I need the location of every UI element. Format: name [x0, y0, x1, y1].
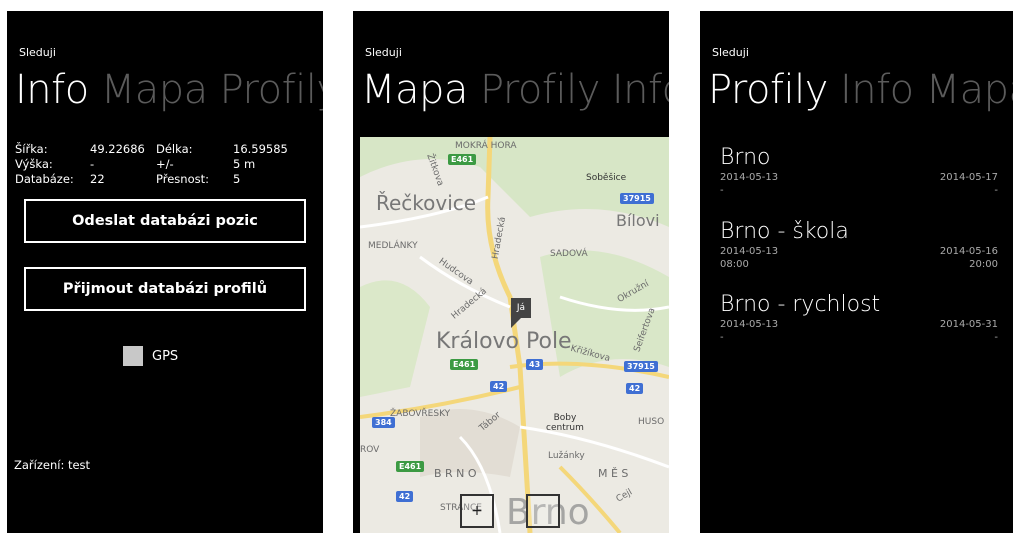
- device-label: Zařízení: test: [14, 458, 91, 472]
- pivot-tab-profily[interactable]: Profily: [480, 67, 600, 113]
- checkbox-box[interactable]: [123, 346, 143, 366]
- map-label: B R N O: [434, 467, 477, 480]
- profile-start-time: 08:00: [720, 259, 749, 270]
- pivot-tab-info[interactable]: Info: [840, 67, 914, 113]
- profile-start-time: -: [720, 185, 724, 196]
- profile-item[interactable]: Brno 2014-05-13 2014-05-17 - -: [720, 145, 998, 197]
- road-shield: 37915: [620, 193, 654, 204]
- profile-end-date: 2014-05-31: [939, 319, 998, 330]
- pivot-header: Profily Info Mapa: [708, 67, 1013, 113]
- map-label: M Ě S: [598, 467, 629, 480]
- longitude-label: Délka:: [156, 142, 193, 156]
- profile-times: - -: [720, 331, 998, 344]
- zoom-in-button[interactable]: +: [460, 494, 494, 528]
- profiles-screen: Sleduji Profily Info Mapa Brno 2014-05-13 …: [700, 11, 1013, 533]
- profile-end-time: -: [994, 332, 998, 343]
- send-positions-button[interactable]: Odeslat databázi pozic: [24, 199, 306, 243]
- zoom-out-button[interactable]: [526, 494, 560, 528]
- latitude-value: 49.22686: [90, 142, 145, 156]
- map-label: Řečkovice: [376, 191, 477, 215]
- stats-row: Databáze: 22 Přesnost: 5: [15, 172, 315, 187]
- profile-end-date: 2014-05-16: [939, 246, 998, 257]
- road-shield: 42: [490, 381, 508, 392]
- map-label: Boby centrum: [546, 413, 584, 433]
- map-label: Soběšice: [586, 173, 627, 183]
- pivot-tab-profily[interactable]: Profily: [220, 67, 323, 113]
- profile-item[interactable]: Brno - škola 2014-05-13 2014-05-16 08:00…: [720, 219, 998, 271]
- altitude-value: -: [90, 157, 95, 171]
- map-view[interactable]: MOKRÁ HORA Žitkova Soběšice Řečkovice Bí…: [360, 137, 669, 533]
- database-label: Databáze:: [15, 172, 74, 186]
- profile-name: Brno - škola: [720, 219, 849, 244]
- road-shield: 42: [396, 491, 414, 502]
- profile-end-time: -: [994, 185, 998, 196]
- profile-start-time: -: [720, 332, 724, 343]
- map-label: Královo Pole: [436, 329, 572, 354]
- profile-start-date: 2014-05-13: [720, 172, 779, 183]
- profile-end-date: 2014-05-17: [939, 172, 998, 183]
- position-stats: Šířka: 49.22686 Délka: 16.59585 Výška: -…: [15, 142, 315, 187]
- profile-name: Brno: [720, 145, 771, 170]
- altitude-label: Výška:: [15, 157, 53, 171]
- pivot-tab-mapa[interactable]: Mapa: [926, 67, 1013, 113]
- pivot-header: Mapa Profily Info: [361, 67, 669, 113]
- latitude-label: Šířka:: [15, 142, 48, 156]
- stats-row: Výška: - +/- 5 m: [15, 157, 315, 172]
- pivot-tab-info[interactable]: Info: [15, 67, 89, 113]
- map-label: Bílovi: [616, 211, 660, 230]
- accuracy-value: 5: [233, 172, 241, 186]
- pivot-tab-info[interactable]: Info: [612, 67, 669, 113]
- map-label: ŽABOVŘESKY: [390, 409, 451, 419]
- pivot-header: Info Mapa Profily: [15, 67, 323, 113]
- app-title: Sleduji: [712, 46, 749, 59]
- profile-end-time: 20:00: [969, 259, 998, 270]
- road-shield: 43: [526, 359, 544, 370]
- road-shield: E461: [448, 154, 477, 165]
- error-label: +/-: [156, 157, 174, 171]
- road-shield: 384: [372, 417, 395, 428]
- profile-name: Brno - rychlost: [720, 292, 881, 317]
- map-label: ROV: [360, 445, 380, 455]
- road-shield: 42: [626, 383, 644, 394]
- profile-dates: 2014-05-13 2014-05-16: [720, 245, 998, 258]
- pivot-tab-profily[interactable]: Profily: [708, 67, 828, 113]
- map-label: MOKRÁ HORA: [455, 141, 517, 151]
- gps-label: GPS: [152, 348, 179, 364]
- map-label: HUSO: [638, 417, 665, 427]
- pivot-tab-mapa[interactable]: Mapa: [361, 67, 468, 113]
- app-title: Sleduji: [365, 46, 402, 59]
- road-shield: E461: [396, 461, 425, 472]
- database-value: 22: [90, 172, 105, 186]
- stats-row: Šířka: 49.22686 Délka: 16.59585: [15, 142, 315, 157]
- receive-profiles-button[interactable]: Přijmout databázi profilů: [24, 267, 306, 311]
- profile-start-date: 2014-05-13: [720, 319, 779, 330]
- profile-dates: 2014-05-13 2014-05-17: [720, 171, 998, 184]
- longitude-value: 16.59585: [233, 142, 288, 156]
- map-label: SADOVÁ: [550, 249, 588, 259]
- profile-item[interactable]: Brno - rychlost 2014-05-13 2014-05-31 - …: [720, 292, 998, 344]
- map-label: Lužánky: [548, 451, 585, 461]
- app-title: Sleduji: [19, 46, 56, 59]
- gps-checkbox[interactable]: GPS: [123, 346, 178, 366]
- pivot-tab-mapa[interactable]: Mapa: [101, 67, 208, 113]
- info-screen: Sleduji Info Mapa Profily Šířka: 49.22686 …: [7, 11, 323, 533]
- profile-dates: 2014-05-13 2014-05-31: [720, 318, 998, 331]
- error-value: 5 m: [233, 157, 256, 171]
- road-shield: 37915: [624, 361, 658, 372]
- accuracy-label: Přesnost:: [156, 172, 209, 186]
- profile-times: 08:00 20:00: [720, 258, 998, 271]
- location-pin[interactable]: Já: [511, 298, 531, 328]
- map-label: MEDLÁNKY: [368, 241, 418, 251]
- profile-times: - -: [720, 184, 998, 197]
- map-screen: Sleduji Mapa Profily Info MOKRÁ HORA Žitko…: [353, 11, 669, 533]
- profile-start-date: 2014-05-13: [720, 246, 779, 257]
- road-shield: E461: [450, 359, 479, 370]
